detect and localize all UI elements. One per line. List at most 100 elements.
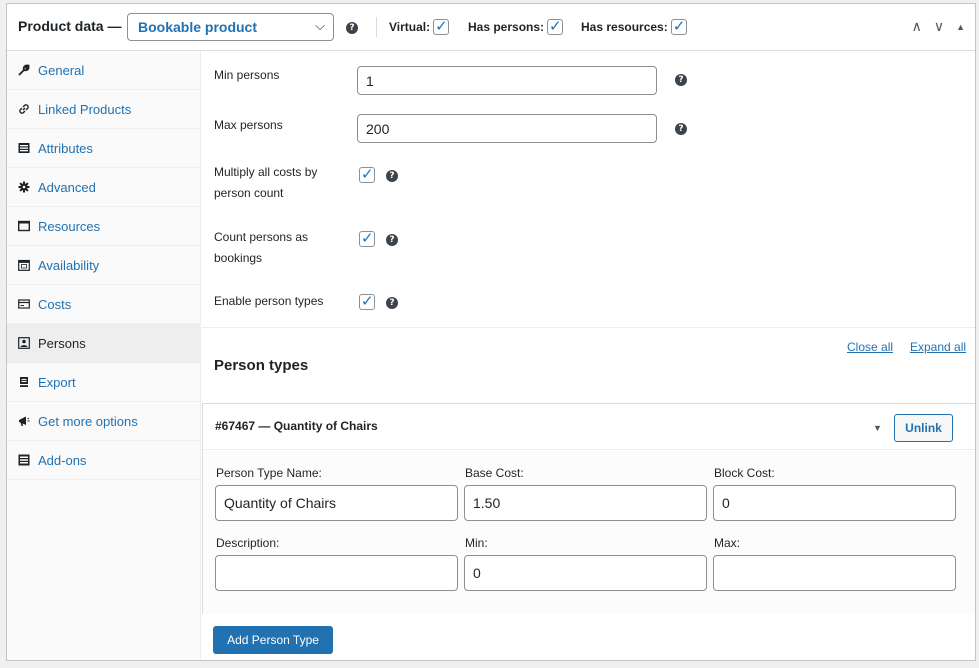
sidebar-item-persons[interactable]: Persons (7, 324, 200, 363)
count-persons-checkbox[interactable]: ✓ (359, 229, 375, 247)
has-resources-option[interactable]: Has resources: ✓ (581, 17, 687, 35)
sidebar-item-label: Resources (38, 218, 101, 234)
sidebar-item-get-more-options[interactable]: Get more options (7, 402, 200, 441)
sidebar-item-costs[interactable]: Costs (7, 285, 200, 324)
product-data-tabs: General Linked Products Attributes Advan… (7, 51, 201, 660)
move-down-icon[interactable]: ∨ (934, 18, 944, 36)
base-cost-value: 1.50 (473, 495, 501, 511)
sidebar-item-general[interactable]: General (7, 51, 200, 90)
sidebar-item-advanced[interactable]: Advanced (7, 168, 200, 207)
sidebar-item-attributes[interactable]: Attributes (7, 129, 200, 168)
sidebar-item-add-ons[interactable]: Add-ons (7, 441, 200, 480)
person-type-name-value: Quantity of Chairs (224, 495, 337, 511)
block-cost-value: 0 (722, 495, 730, 511)
sidebar-item-label: Attributes (38, 140, 93, 156)
check-icon: ✓ (361, 165, 374, 183)
gear-icon (18, 181, 30, 193)
chevron-down-icon: ⌵ (315, 18, 325, 33)
help-icon[interactable]: ? (386, 170, 398, 182)
list-icon (18, 142, 30, 154)
check-icon: ✓ (549, 17, 562, 35)
min-input[interactable]: 0 (464, 555, 707, 591)
sidebar-item-label: Get more options (38, 413, 138, 429)
max-persons-value: 200 (366, 120, 390, 137)
max-input[interactable] (713, 555, 956, 591)
has-persons-checkbox[interactable]: ✓ (547, 17, 564, 35)
product-type-select[interactable]: Bookable product ⌵ (127, 13, 334, 41)
base-cost-label: Base Cost: (465, 466, 524, 480)
help-icon[interactable]: ? (675, 123, 687, 135)
person-type-header[interactable]: #67467 — Quantity of Chairs ▼ Unlink (203, 404, 975, 450)
description-label: Description: (216, 536, 280, 550)
collapse-icon[interactable]: ▲ (956, 18, 965, 36)
person-type-name-input[interactable]: Quantity of Chairs (215, 485, 458, 521)
panel-controls: ∧ ∨ ▲ (912, 18, 965, 36)
sidebar-item-label: Add-ons (38, 452, 87, 468)
unlink-button[interactable]: Unlink (894, 414, 953, 442)
min-persons-value: 1 (366, 72, 374, 89)
min-label: Min: (465, 536, 488, 550)
sidebar-item-label: Linked Products (38, 101, 132, 117)
count-persons-label: Count persons as bookings (214, 230, 309, 265)
max-persons-input[interactable]: 200 (357, 114, 657, 143)
base-cost-input[interactable]: 1.50 (464, 485, 707, 521)
has-persons-label: Has persons: (468, 20, 545, 34)
window-icon (18, 220, 30, 232)
virtual-label: Virtual: (389, 20, 431, 34)
min-persons-input[interactable]: 1 (357, 66, 657, 95)
sidebar-item-label: Advanced (38, 179, 96, 195)
expand-all-link[interactable]: Expand all (910, 340, 966, 354)
sidebar-item-resources[interactable]: Resources (7, 207, 200, 246)
block-cost-label: Block Cost: (714, 466, 775, 480)
sidebar-item-label: Persons (38, 335, 86, 351)
multiply-costs-checkbox[interactable]: ✓ (359, 165, 375, 183)
product-data-header: Product data — Bookable product ⌵ ? Virt… (7, 4, 975, 51)
sidebar-item-label: Costs (38, 296, 72, 312)
has-persons-option[interactable]: Has persons: ✓ (468, 17, 564, 35)
check-icon: ✓ (361, 292, 374, 310)
enable-person-types-checkbox[interactable]: ✓ (359, 292, 375, 310)
sidebar-item-availability[interactable]: Availability (7, 246, 200, 285)
move-up-icon[interactable]: ∧ (912, 18, 922, 36)
toggle-triangle-icon[interactable]: ▼ (873, 423, 882, 433)
block-cost-input[interactable]: 0 (713, 485, 956, 521)
sidebar-item-label: General (38, 62, 85, 78)
sidebar-item-linked-products[interactable]: Linked Products (7, 90, 200, 129)
person-type-title: #67467 — Quantity of Chairs (215, 419, 378, 433)
virtual-checkbox[interactable]: ✓ (433, 17, 450, 35)
section-divider (202, 327, 975, 328)
close-all-link[interactable]: Close all (847, 340, 893, 354)
add-person-type-button[interactable]: Add Person Type (213, 626, 333, 654)
sidebar-item-label: Availability (38, 257, 100, 273)
person-type-box: #67467 — Quantity of Chairs ▼ Unlink Per… (202, 403, 975, 614)
enable-person-types-label: Enable person types (214, 294, 324, 308)
sidebar-item-export[interactable]: Export (7, 363, 200, 402)
check-icon: ✓ (672, 17, 686, 35)
has-resources-checkbox[interactable]: ✓ (670, 17, 687, 35)
min-persons-label: Min persons (214, 68, 280, 82)
person-icon (18, 337, 30, 349)
min-value: 0 (473, 565, 481, 581)
check-icon: ✓ (361, 229, 374, 247)
person-types-heading: Person types (214, 357, 309, 374)
max-persons-label: Max persons (214, 118, 283, 132)
link-icon (18, 103, 30, 115)
help-icon[interactable]: ? (675, 74, 687, 86)
virtual-option[interactable]: Virtual: ✓ (389, 17, 450, 35)
header-divider (376, 17, 377, 37)
export-icon (18, 376, 30, 388)
description-input[interactable] (215, 555, 458, 591)
person-type-fields: Person Type Name: Quantity of Chairs Bas… (203, 451, 975, 614)
product-type-value: Bookable product (138, 19, 258, 35)
multiply-costs-label: Multiply all costs by person count (214, 165, 318, 200)
money-icon (18, 298, 30, 310)
megaphone-icon (18, 415, 30, 427)
has-resources-label: Has resources: (581, 20, 668, 34)
check-icon: ✓ (435, 17, 448, 35)
grid-icon (18, 454, 30, 466)
max-label: Max: (714, 536, 741, 550)
help-icon[interactable]: ? (386, 234, 398, 246)
help-icon[interactable]: ? (386, 297, 398, 309)
help-icon[interactable]: ? (346, 22, 358, 34)
person-type-name-label: Person Type Name: (216, 466, 322, 480)
